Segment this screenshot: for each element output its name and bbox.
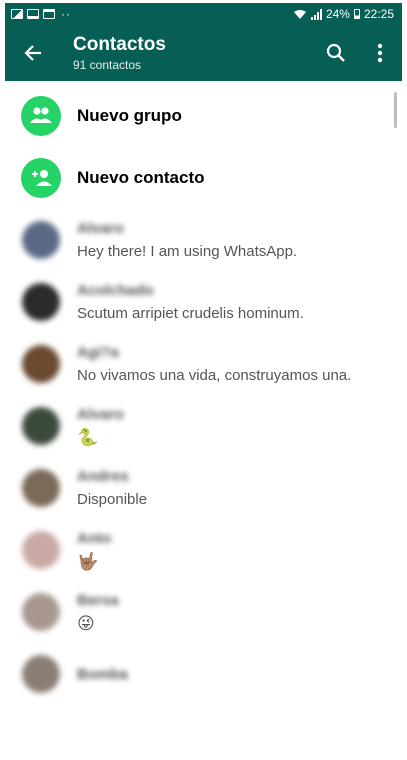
search-button[interactable] (314, 25, 358, 81)
contact-name: Alvaro (77, 405, 124, 423)
contact-row[interactable]: Bersa 😜 (5, 581, 402, 643)
contact-status: Hey there! I am using WhatsApp. (77, 243, 298, 260)
contact-avatar (22, 531, 60, 569)
contact-row[interactable]: Anto 🤟🏽 (5, 519, 402, 581)
contact-avatar (22, 221, 60, 259)
signal-icon (310, 8, 322, 20)
contact-row[interactable]: Acolchado Scutum arripiet crudelis homin… (5, 271, 402, 333)
screen-icon (27, 9, 39, 19)
person-add-icon (32, 170, 52, 186)
image-icon (11, 9, 23, 19)
status-left: ·· (11, 7, 71, 21)
avatar-wrap (5, 221, 77, 259)
new-group-row[interactable]: Nuevo grupo (5, 85, 402, 147)
contact-row[interactable]: Alvaro 🐍 (5, 395, 402, 457)
contact-list: Nuevo grupo Nuevo contacto Alvaro Hey th… (5, 85, 402, 705)
calendar-icon (43, 9, 55, 19)
row-text: Alvaro 🐍 (77, 406, 124, 447)
avatar-wrap (5, 96, 77, 136)
avatar-wrap (5, 469, 77, 507)
contact-row[interactable]: Bomba (5, 643, 402, 705)
avatar-wrap (5, 407, 77, 445)
more-vert-icon (377, 43, 383, 63)
row-text: Andres Disponible (77, 468, 147, 508)
row-text: Nuevo grupo (77, 106, 182, 126)
wifi-icon (293, 9, 306, 19)
contact-name: Agi?a (77, 344, 119, 361)
contact-name: Alvaro (77, 220, 124, 237)
contact-avatar (22, 655, 60, 693)
contact-name: Acolchado (77, 282, 154, 299)
row-text: Anto 🤟🏽 (77, 530, 111, 571)
app-bar: Contactos 91 contactos (5, 25, 402, 81)
group-icon (30, 107, 52, 123)
arrow-back-icon (24, 45, 41, 61)
avatar-wrap (5, 283, 77, 321)
avatar-wrap (5, 531, 77, 569)
contact-name: Bomba (77, 665, 128, 683)
page-title: Contactos (73, 34, 166, 55)
clock: 22:25 (363, 7, 394, 21)
status-right: 24% 22:25 (293, 7, 394, 21)
battery-icon (353, 9, 360, 19)
status-bar: ·· 24% 22:25 (5, 3, 402, 25)
contact-avatar (22, 345, 60, 383)
avatar-wrap (5, 593, 77, 631)
new-contact-label: Nuevo contacto (77, 168, 205, 187)
new-contact-avatar (21, 158, 61, 198)
new-contact-row[interactable]: Nuevo contacto (5, 147, 402, 209)
contact-name: Bersa (77, 591, 119, 609)
back-button[interactable] (5, 25, 61, 81)
contact-avatar (22, 593, 60, 631)
avatar-wrap (5, 158, 77, 198)
phone-screen: ·· 24% 22:25 Contactos 91 contactos Nuev… (5, 3, 402, 743)
row-text: Agi?a No vivamos una vida, construyamos … (77, 344, 351, 384)
contact-avatar (22, 407, 60, 445)
contact-row[interactable]: Alvaro Hey there! I am using WhatsApp. (5, 209, 402, 271)
row-text: Bersa 😜 (77, 592, 119, 633)
row-text: Acolchado Scutum arripiet crudelis homin… (77, 282, 304, 322)
contact-row[interactable]: Andres Disponible (5, 457, 402, 519)
row-text: Bomba (77, 666, 128, 683)
avatar-wrap (5, 655, 77, 693)
contact-name: Anto (77, 529, 112, 547)
new-group-avatar (21, 96, 61, 136)
contact-row[interactable]: Agi?a No vivamos una vida, construyamos … (5, 333, 402, 395)
notification-dots: ·· (61, 7, 71, 21)
contact-status: Scutum arripiet crudelis hominum. (77, 305, 304, 322)
row-text: Alvaro Hey there! I am using WhatsApp. (77, 220, 297, 260)
contact-avatar (22, 283, 60, 321)
search-icon (326, 43, 345, 62)
contact-status: No vivamos una vida, construyamos una. (77, 367, 352, 384)
scrollbar[interactable] (394, 92, 397, 128)
app-bar-titles: Contactos 91 contactos (61, 34, 314, 72)
battery-percent: 24% (325, 7, 350, 21)
more-options-button[interactable] (358, 25, 402, 81)
new-group-label: Nuevo grupo (77, 106, 182, 125)
contact-name: Andres (77, 468, 129, 485)
contact-status: Disponible (77, 491, 148, 508)
contact-count: 91 contactos (73, 58, 142, 72)
contact-avatar (22, 469, 60, 507)
contact-status: 🤟🏽 (77, 551, 99, 571)
contact-status: 😜 (77, 613, 95, 633)
contact-status: 🐍 (77, 427, 99, 447)
row-text: Nuevo contacto (77, 168, 205, 188)
avatar-wrap (5, 345, 77, 383)
